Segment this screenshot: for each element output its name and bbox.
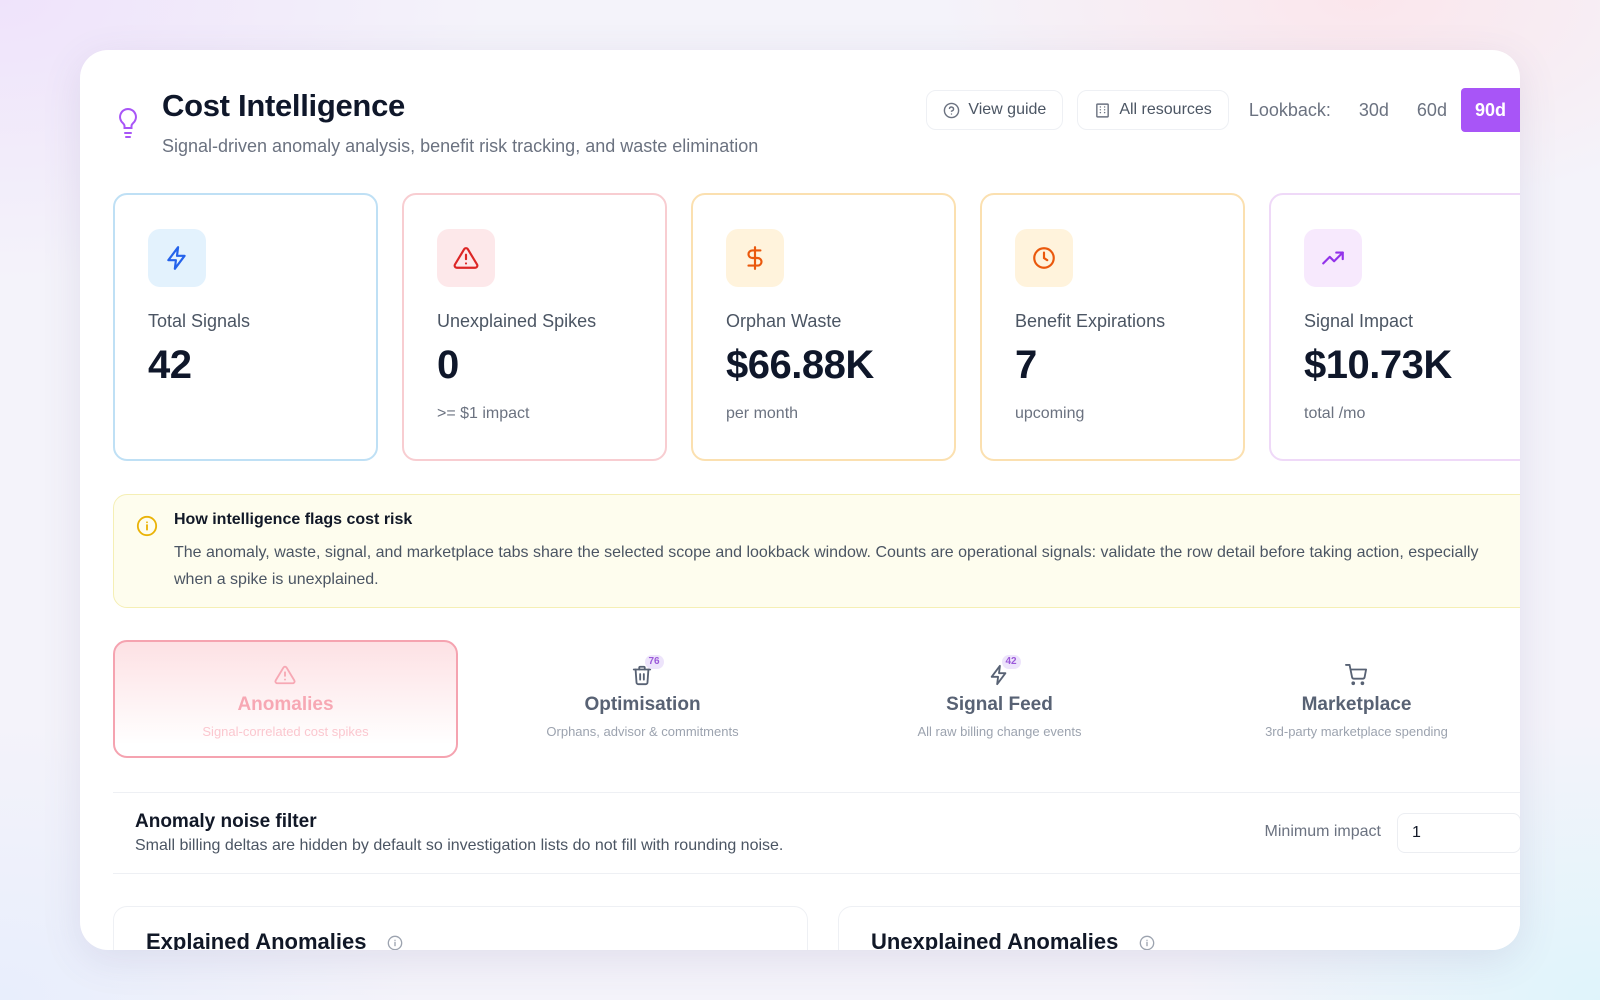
warning-triangle-icon	[274, 665, 295, 684]
warning-triangle-icon	[453, 247, 479, 269]
stat-value: 42	[148, 343, 192, 387]
tab-marketplace[interactable]: Marketplace 3rd-party marketplace spendi…	[1184, 640, 1520, 758]
page-subtitle: Signal-driven anomaly analysis, benefit …	[162, 136, 759, 156]
page-title: Cost Intelligence	[162, 88, 405, 123]
noise-filter-description: Small billing deltas are hidden by defau…	[135, 837, 784, 854]
unexplained-anomalies-title: Unexplained Anomalies	[871, 929, 1119, 950]
stat-card-signal-impact[interactable]: Signal Impact $10.73K total /mo	[1269, 193, 1520, 461]
info-banner: How intelligence flags cost risk The ano…	[113, 494, 1520, 608]
stat-card-benefit-expirations[interactable]: Benefit Expirations 7 upcoming	[980, 193, 1245, 461]
stat-label: Unexplained Spikes	[437, 311, 597, 331]
unexplained-anomalies-panel: Unexplained Anomalies	[838, 906, 1520, 950]
view-guide-label: View guide	[968, 101, 1047, 118]
lightning-icon	[167, 246, 186, 270]
tab-sub: All raw billing change events	[917, 723, 1082, 739]
stat-icon-wrapper	[1304, 229, 1362, 287]
stat-label: Benefit Expirations	[1015, 311, 1166, 331]
stat-label: Signal Impact	[1304, 311, 1414, 331]
noise-filter-title: Anomaly noise filter	[135, 811, 317, 832]
main-card: Cost Intelligence Signal-driven anomaly …	[80, 50, 1520, 950]
stat-sub: per month	[726, 405, 799, 422]
help-circle-icon	[944, 102, 960, 118]
scope-selector[interactable]: All resources	[1077, 90, 1229, 130]
building-icon	[1096, 102, 1110, 118]
info-banner-title: How intelligence flags cost risk	[174, 511, 413, 528]
panel-title-wrapper: Unexplained Anomalies	[871, 929, 1155, 950]
stat-value: 7	[1015, 343, 1037, 387]
info-banner-body: The anomaly, waste, signal, and marketpl…	[174, 544, 1479, 588]
stat-value: $10.73K	[1304, 343, 1452, 387]
tab-icon-wrapper	[274, 664, 298, 688]
stat-label: Total Signals	[148, 311, 251, 331]
cart-icon	[1344, 663, 1367, 685]
stat-label: Orphan Waste	[726, 311, 842, 331]
minimum-impact-label: Minimum impact	[1264, 823, 1381, 840]
tab-label: Optimisation	[584, 693, 701, 715]
view-guide-button[interactable]: View guide	[926, 90, 1064, 130]
lookback-label: Lookback:	[1248, 99, 1331, 120]
explained-anomalies-title: Explained Anomalies	[146, 929, 367, 950]
tab-icon-wrapper: 42	[988, 654, 1021, 688]
lightbulb-icon	[119, 107, 137, 138]
tab-anomalies[interactable]: Anomalies Signal-correlated cost spikes	[113, 640, 458, 758]
stat-sub: >= $1 impact	[437, 405, 530, 422]
tab-sub: Orphans, advisor & commitments	[546, 723, 739, 739]
stat-icon-wrapper	[437, 229, 495, 287]
tab-sub: 3rd-party marketplace spending	[1265, 723, 1448, 739]
stat-value: $66.88K	[726, 343, 874, 387]
tab-icon-wrapper: 76	[631, 654, 664, 688]
stat-cards: Total Signals 42 Unexplained Spikes 0 >=…	[113, 193, 1520, 461]
trending-up-icon	[1322, 251, 1344, 265]
stat-value: 0	[437, 343, 459, 387]
stat-card-total-signals[interactable]: Total Signals 42	[113, 193, 378, 461]
clock-icon	[1033, 247, 1055, 269]
tab-sub: Signal-correlated cost spikes	[202, 723, 369, 739]
stat-card-orphan-waste[interactable]: Orphan Waste $66.88K per month	[691, 193, 956, 461]
lookback-60d-button[interactable]: 60d	[1402, 88, 1461, 132]
lookback-30d-button[interactable]: 30d	[1344, 88, 1403, 132]
lookback-90d-button[interactable]: 90d	[1460, 88, 1520, 132]
info-icon[interactable]	[387, 935, 403, 950]
stat-icon-wrapper	[726, 229, 784, 287]
tab-count-badge: 76	[644, 654, 664, 669]
stat-card-unexplained-spikes[interactable]: Unexplained Spikes 0 >= $1 impact	[402, 193, 667, 461]
info-icon[interactable]	[1139, 935, 1155, 950]
tab-count-badge: 42	[1001, 654, 1021, 669]
stat-sub: total /mo	[1304, 405, 1366, 422]
stat-icon-wrapper	[148, 229, 206, 287]
panel-title-wrapper: Explained Anomalies	[146, 929, 403, 950]
tab-label: Anomalies	[237, 693, 334, 715]
dollar-icon	[747, 246, 763, 270]
info-icon	[136, 515, 158, 537]
scope-label: All resources	[1119, 101, 1212, 118]
stat-sub: upcoming	[1015, 405, 1085, 422]
tab-signal-feed[interactable]: 42 Signal Feed All raw billing change ev…	[827, 640, 1172, 758]
header-controls: View guide All resources Lookback: 30d 6…	[926, 88, 1520, 132]
tab-icon-wrapper	[1344, 663, 1369, 688]
tab-label: Signal Feed	[946, 693, 1053, 715]
explained-anomalies-panel: Explained Anomalies	[113, 906, 808, 950]
minimum-impact-input[interactable]	[1397, 813, 1520, 853]
anomaly-noise-filter: Anomaly noise filter Small billing delta…	[113, 792, 1520, 874]
tab-label: Marketplace	[1301, 693, 1412, 715]
section-tabs: Anomalies Signal-correlated cost spikes …	[113, 640, 1520, 758]
stat-icon-wrapper	[1015, 229, 1073, 287]
tab-optimisation[interactable]: 76 Optimisation Orphans, advisor & commi…	[470, 640, 815, 758]
